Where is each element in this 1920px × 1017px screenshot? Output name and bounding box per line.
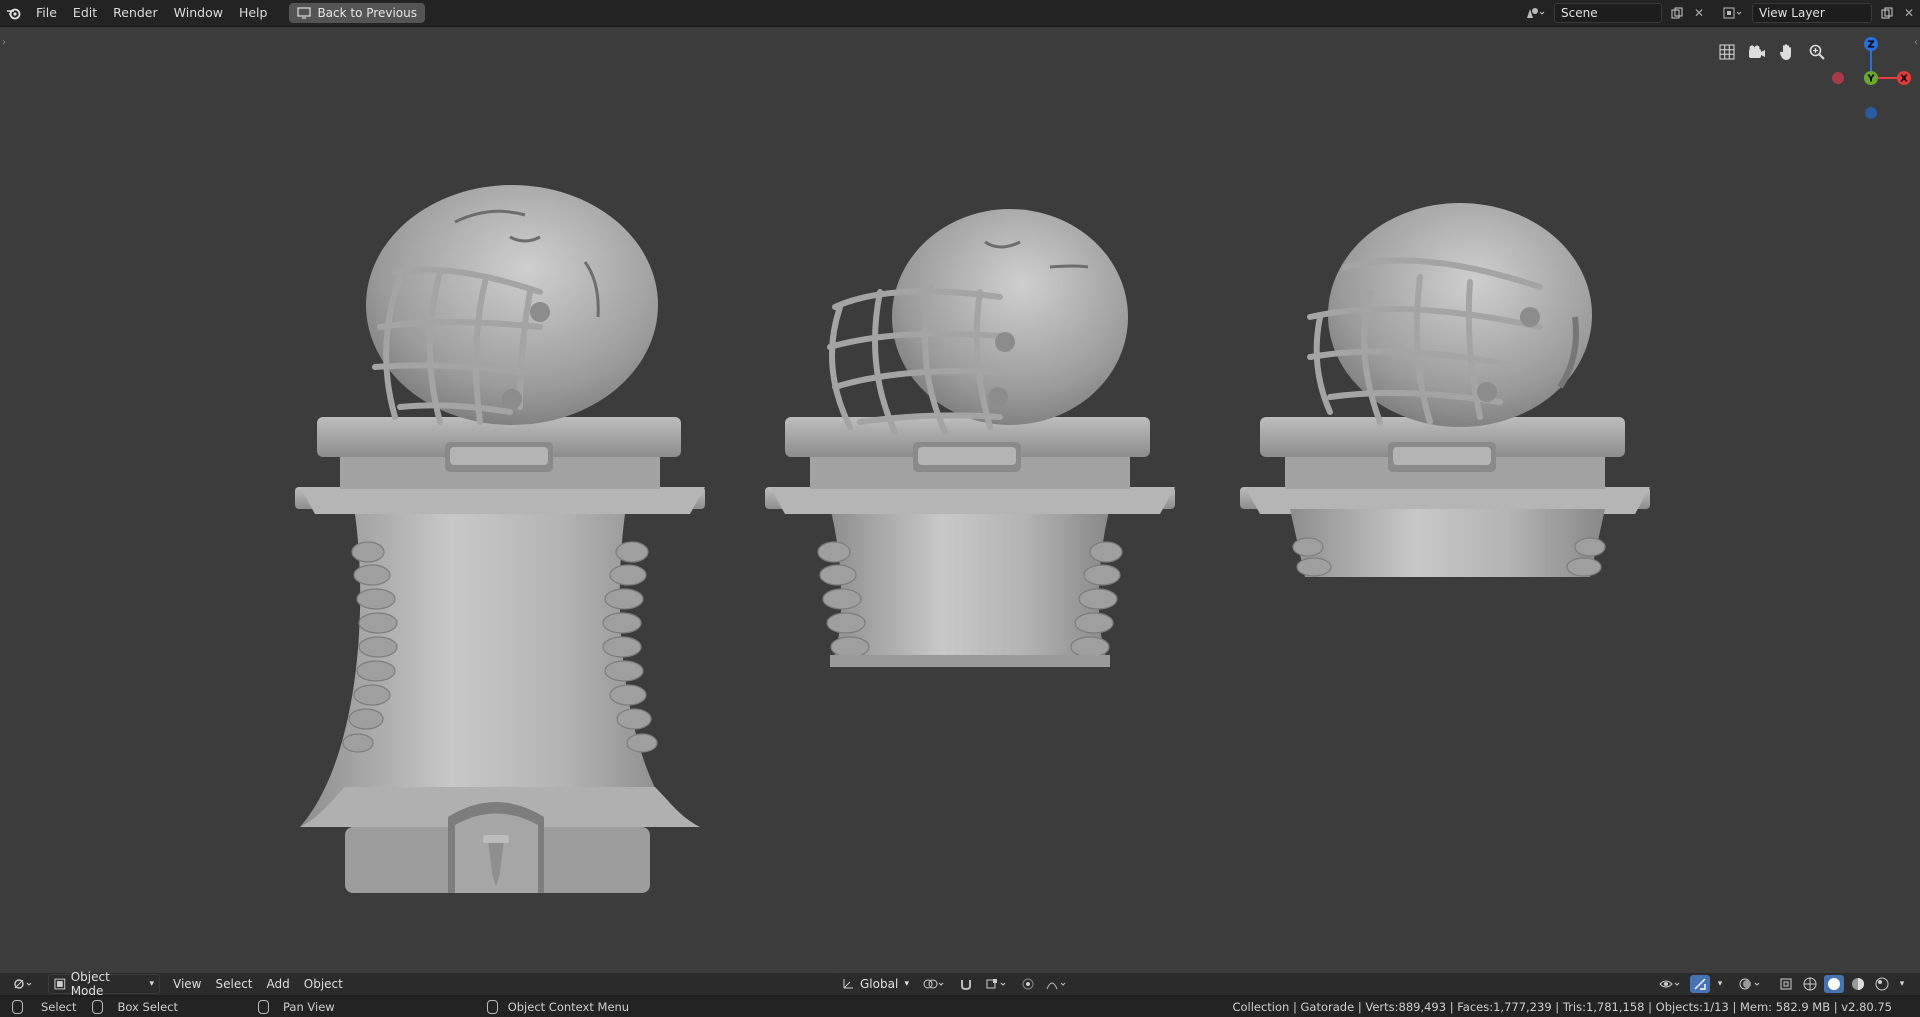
cooler-model-medium[interactable] bbox=[765, 209, 1175, 667]
viewport-header: Object Mode ▾ View Select Add Object Glo… bbox=[0, 970, 1920, 998]
scene-browse-icon[interactable] bbox=[1520, 4, 1550, 22]
back-to-previous-button[interactable]: Back to Previous bbox=[289, 3, 425, 23]
delete-view-layer-icon[interactable]: ✕ bbox=[1902, 4, 1916, 22]
svg-text:Y: Y bbox=[1866, 74, 1875, 85]
scene-selector-group: Scene ✕ View Layer ✕ bbox=[1520, 0, 1920, 26]
axes-icon bbox=[843, 979, 853, 989]
navigation-gizmo[interactable]: Z X Y bbox=[1826, 33, 1916, 123]
gizmo-neg-z-axis[interactable] bbox=[1865, 107, 1877, 119]
mouse-right-icon bbox=[486, 1000, 498, 1014]
transform-controls: Global ▾ bbox=[836, 975, 1072, 993]
overlays-icon[interactable] bbox=[1736, 975, 1766, 993]
hand-pan-icon[interactable] bbox=[1775, 40, 1799, 64]
menu-help[interactable]: Help bbox=[231, 0, 276, 26]
chevron-down-icon: ▾ bbox=[904, 979, 909, 989]
falloff-curve-icon[interactable] bbox=[1044, 975, 1072, 993]
orientation-label: Global bbox=[860, 977, 899, 991]
delete-scene-icon[interactable]: ✕ bbox=[1692, 4, 1706, 22]
visibility-eye-icon[interactable] bbox=[1656, 975, 1686, 993]
menu-window[interactable]: Window bbox=[166, 0, 231, 26]
cooler-model-short[interactable] bbox=[1240, 203, 1650, 577]
mode-label: Object Mode bbox=[70, 970, 110, 998]
status-select-label: Select bbox=[41, 1000, 77, 1014]
menu-edit[interactable]: Edit bbox=[65, 0, 105, 26]
menu-view[interactable]: View bbox=[166, 975, 208, 993]
new-view-layer-icon[interactable] bbox=[1876, 4, 1898, 22]
menu-add[interactable]: Add bbox=[260, 975, 297, 993]
viewport-shading-controls: ▾ ▾ bbox=[1656, 975, 1908, 993]
mouse-left-icon bbox=[12, 1000, 23, 1014]
menu-object[interactable]: Object bbox=[297, 975, 350, 993]
status-box-select-label: Box Select bbox=[117, 1000, 178, 1014]
scene-name-field[interactable]: Scene bbox=[1554, 3, 1662, 23]
shading-wireframe-icon[interactable] bbox=[1800, 975, 1820, 993]
camera-icon[interactable] bbox=[1745, 40, 1769, 64]
status-context-menu: Object Context Menu bbox=[486, 1000, 630, 1014]
shading-material-icon[interactable] bbox=[1848, 975, 1868, 993]
chevron-down-icon[interactable]: ▾ bbox=[1714, 975, 1726, 993]
3d-viewport[interactable]: › ‹ Z X Y bbox=[0, 27, 1920, 977]
status-bar: Select Box Select Pan View Object Contex… bbox=[0, 997, 1920, 1017]
status-pan-view-label: Pan View bbox=[283, 1000, 335, 1014]
editor-type-icon[interactable] bbox=[10, 975, 38, 993]
mouse-middle-icon bbox=[92, 1000, 104, 1014]
menu-select[interactable]: Select bbox=[208, 975, 259, 993]
pivot-point-icon[interactable] bbox=[920, 975, 950, 993]
shading-solid-icon[interactable] bbox=[1824, 975, 1844, 993]
status-select: Select bbox=[12, 1000, 76, 1014]
svg-text:X: X bbox=[1900, 74, 1908, 85]
proportional-edit-icon[interactable] bbox=[1018, 975, 1038, 993]
xray-toggle-icon[interactable] bbox=[1776, 975, 1796, 993]
cooler-model-full[interactable] bbox=[295, 185, 705, 893]
snap-toggle-icon[interactable] bbox=[956, 975, 976, 993]
menu-render[interactable]: Render bbox=[105, 0, 166, 26]
top-bar: File Edit Render Window Help Back to Pre… bbox=[0, 0, 1920, 27]
toggle-ortho-grid-icon[interactable] bbox=[1715, 40, 1739, 64]
gizmo-toggle-icon[interactable] bbox=[1690, 975, 1710, 993]
gizmo-neg-x-axis[interactable] bbox=[1832, 72, 1844, 84]
snap-target-icon[interactable] bbox=[982, 975, 1012, 993]
shading-rendered-icon[interactable] bbox=[1872, 975, 1892, 993]
blender-logo-icon[interactable] bbox=[0, 0, 28, 26]
mode-dropdown[interactable]: Object Mode ▾ bbox=[48, 970, 160, 998]
status-box-select: Box Select bbox=[92, 1000, 178, 1014]
chevron-down-icon[interactable]: ▾ bbox=[1896, 975, 1908, 993]
mouse-middle-icon bbox=[258, 1000, 269, 1014]
object-mode-icon bbox=[54, 978, 66, 990]
screen-icon bbox=[297, 7, 312, 19]
menu-file[interactable]: File bbox=[28, 0, 65, 26]
chevron-down-icon: ▾ bbox=[149, 979, 154, 989]
orientation-dropdown[interactable]: Global ▾ bbox=[836, 975, 914, 993]
scene-models bbox=[295, 185, 1650, 893]
view-layer-browse-icon[interactable] bbox=[1718, 4, 1748, 22]
svg-text:Z: Z bbox=[1867, 40, 1874, 51]
status-pan-view: Pan View bbox=[258, 1000, 335, 1014]
scene-statistics: Collection | Gatorade | Verts:889,493 | … bbox=[1232, 1000, 1892, 1014]
status-context-menu-label: Object Context Menu bbox=[507, 1000, 630, 1014]
view-layer-field[interactable]: View Layer bbox=[1752, 3, 1872, 23]
new-scene-icon[interactable] bbox=[1666, 4, 1688, 22]
back-to-previous-label: Back to Previous bbox=[317, 6, 417, 20]
